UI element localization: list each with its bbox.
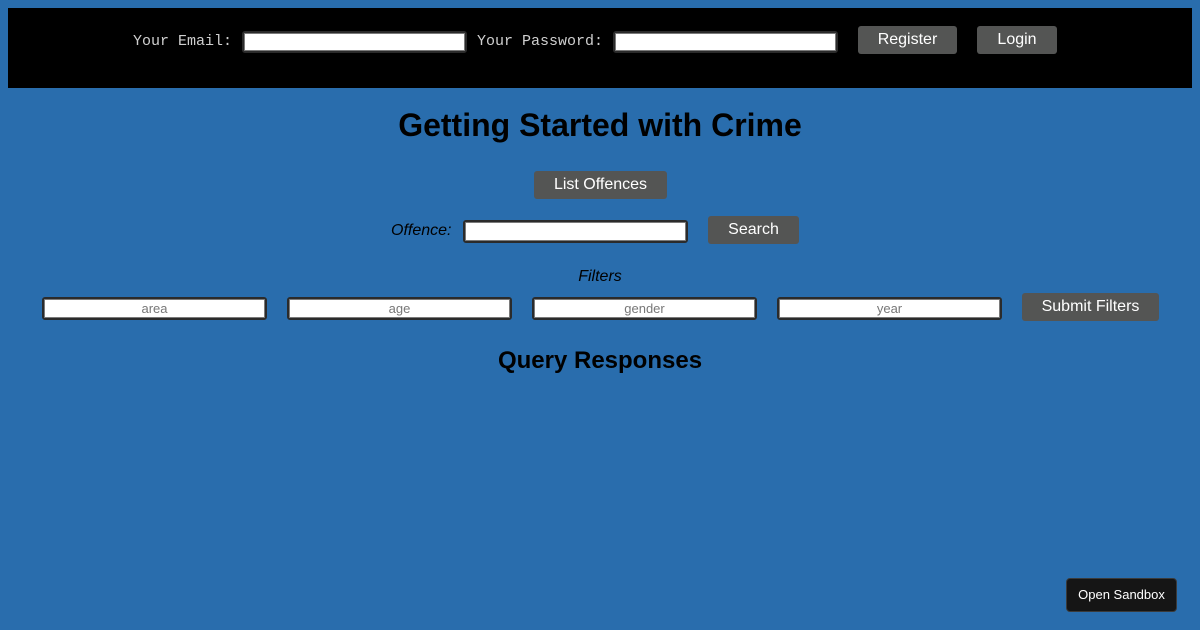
query-responses-heading: Query Responses <box>497 347 703 374</box>
submit-filters-button[interactable]: Submit Filters <box>1022 293 1159 321</box>
open-sandbox-button[interactable]: Open Sandbox <box>1066 578 1177 612</box>
filters-heading: Filters <box>578 268 622 285</box>
offence-search-input[interactable] <box>463 220 688 243</box>
offence-label: Offence: <box>391 222 452 239</box>
email-field[interactable] <box>242 31 467 53</box>
gender-filter-input[interactable] <box>532 297 757 320</box>
page-title: Getting Started with Crime <box>398 107 802 143</box>
password-field[interactable] <box>613 31 838 53</box>
search-button[interactable]: Search <box>708 216 799 244</box>
register-button[interactable]: Register <box>858 26 957 54</box>
login-button[interactable]: Login <box>977 26 1057 54</box>
area-filter-input[interactable] <box>42 297 267 320</box>
email-label: Your Email: <box>133 33 233 50</box>
password-label: Your Password: <box>477 33 604 50</box>
list-offences-button[interactable]: List Offences <box>534 171 667 199</box>
age-filter-input[interactable] <box>287 297 512 320</box>
year-filter-input[interactable] <box>777 297 1002 320</box>
